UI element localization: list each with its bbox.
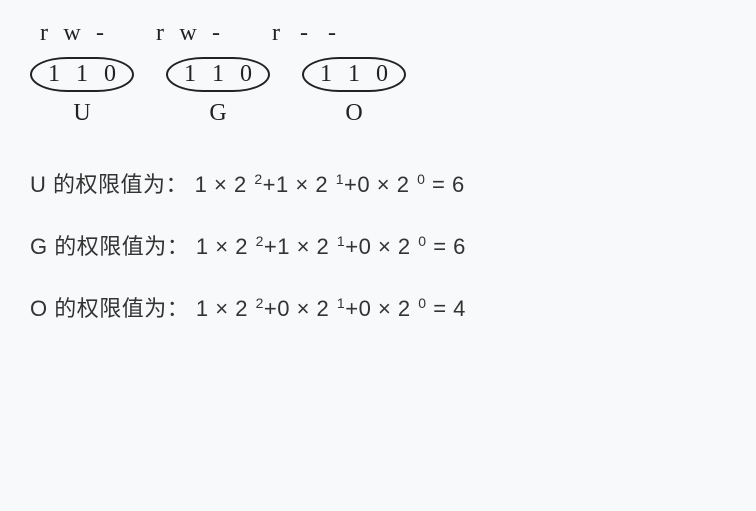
result: 6 (452, 172, 465, 197)
exp: 0 (418, 295, 426, 311)
bit-cell: 1 (204, 61, 232, 88)
bit-cell: 1 (176, 61, 204, 88)
permission-bits-row: 1 1 0 1 1 0 1 1 0 (30, 57, 726, 92)
base: 2 (398, 296, 411, 321)
base: 2 (398, 234, 411, 259)
coef: 1 (196, 296, 209, 321)
bit-cell: 1 (312, 61, 340, 88)
perm-char: - (86, 20, 114, 47)
base: 2 (317, 296, 330, 321)
perm-group-u-chars: r w - (30, 20, 114, 47)
exp: 0 (418, 233, 426, 249)
formula-math: 1 × 2 2+1 × 2 1+0 × 2 0 = 6 (196, 234, 466, 259)
coef: 0 (359, 296, 372, 321)
exp: 2 (256, 233, 264, 249)
perm-char: - (202, 20, 230, 47)
base: 2 (235, 234, 248, 259)
coef: 1 (195, 172, 208, 197)
exp: 2 (256, 295, 264, 311)
result: 6 (453, 234, 466, 259)
group-label: U (73, 100, 90, 127)
perm-char: w (58, 20, 86, 47)
exp: 1 (337, 295, 345, 311)
base: 2 (315, 172, 328, 197)
perm-group-u-bits: 1 1 0 (30, 57, 134, 92)
permission-diagram: r w - r w - r - - 1 1 0 1 1 0 (30, 20, 726, 127)
exp: 2 (254, 171, 262, 187)
exp: 1 (336, 171, 344, 187)
coef: 1 (276, 172, 289, 197)
formula-prefix: O 的权限值为： (30, 296, 189, 321)
perm-char: r (146, 20, 174, 47)
perm-char: - (318, 20, 346, 47)
bit-cell: 1 (340, 61, 368, 88)
formula-line-g: G 的权限值为： 1 × 2 2+1 × 2 1+0 × 2 0 = 6 (30, 229, 726, 261)
perm-group-o-bits: 1 1 0 (302, 57, 406, 92)
coef: 0 (357, 172, 370, 197)
formula-block: U 的权限值为： 1 × 2 2+1 × 2 1+0 × 2 0 = 6 G 的… (30, 167, 726, 323)
base: 2 (234, 172, 247, 197)
bit-cell: 1 (68, 61, 96, 88)
formula-math: 1 × 2 2+0 × 2 1+0 × 2 0 = 4 (196, 296, 466, 321)
perm-char: r (30, 20, 58, 47)
bit-cell: 0 (368, 61, 396, 88)
group-label: G (209, 100, 226, 127)
base: 2 (235, 296, 248, 321)
permission-chars-row: r w - r w - r - - (30, 20, 726, 47)
formula-prefix: U 的权限值为： (30, 172, 188, 197)
exp: 0 (417, 171, 425, 187)
coef: 0 (277, 296, 290, 321)
coef: 1 (196, 234, 209, 259)
perm-group-g-label: G (166, 100, 270, 127)
perm-group-g-bits: 1 1 0 (166, 57, 270, 92)
bits-oval: 1 1 0 (166, 57, 270, 92)
perm-group-g-chars: r w - (146, 20, 230, 47)
perm-char: - (290, 20, 318, 47)
base: 2 (317, 234, 330, 259)
formula-prefix: G 的权限值为： (30, 234, 189, 259)
bit-cell: 0 (232, 61, 260, 88)
formula-line-u: U 的权限值为： 1 × 2 2+1 × 2 1+0 × 2 0 = 6 (30, 167, 726, 199)
formula-math: 1 × 2 2+1 × 2 1+0 × 2 0 = 6 (195, 172, 465, 197)
permission-labels-row: U G O (30, 100, 726, 127)
exp: 1 (337, 233, 345, 249)
perm-group-o-label: O (302, 100, 406, 127)
coef: 1 (277, 234, 290, 259)
bit-cell: 0 (96, 61, 124, 88)
coef: 0 (359, 234, 372, 259)
perm-char: r (262, 20, 290, 47)
bits-oval: 1 1 0 (302, 57, 406, 92)
perm-char: w (174, 20, 202, 47)
bit-cell: 1 (40, 61, 68, 88)
base: 2 (397, 172, 410, 197)
result: 4 (453, 296, 466, 321)
perm-group-u-label: U (30, 100, 134, 127)
perm-group-o-chars: r - - (262, 20, 346, 47)
formula-line-o: O 的权限值为： 1 × 2 2+0 × 2 1+0 × 2 0 = 4 (30, 291, 726, 323)
group-label: O (345, 100, 362, 127)
bits-oval: 1 1 0 (30, 57, 134, 92)
